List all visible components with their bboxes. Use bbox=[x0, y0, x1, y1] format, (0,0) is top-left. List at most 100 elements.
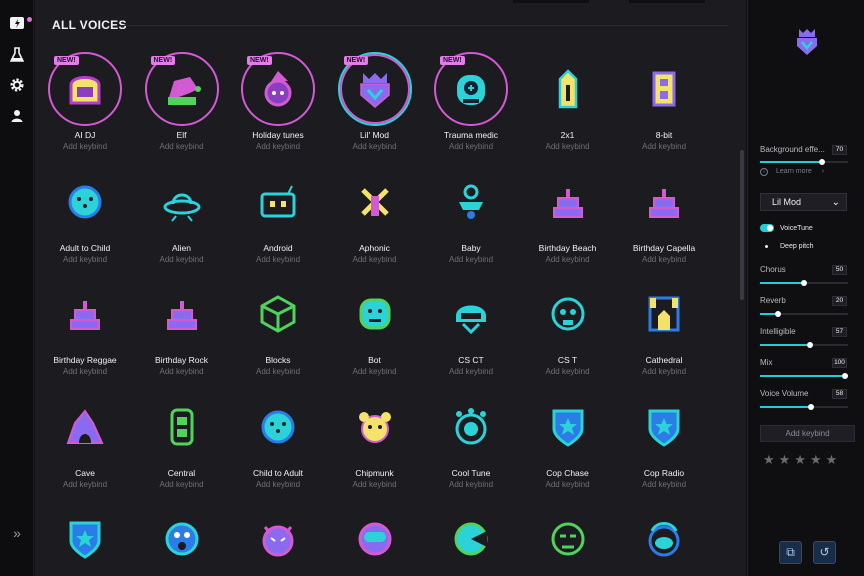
copy-button[interactable]: ⧉ bbox=[779, 541, 802, 564]
param-value[interactable]: 58 bbox=[832, 389, 847, 399]
add-keybind-link[interactable]: Add keybind bbox=[327, 480, 423, 489]
voice-card[interactable] bbox=[230, 491, 326, 576]
voice-card[interactable]: Cool Tune Add keybind bbox=[423, 379, 519, 491]
voice-card[interactable]: Cop Radio Add keybind bbox=[616, 379, 712, 491]
add-keybind-link[interactable]: Add keybind bbox=[37, 142, 133, 151]
voice-card[interactable]: Cop Chase Add keybind bbox=[520, 379, 616, 491]
param-value[interactable]: 20 bbox=[832, 296, 847, 306]
voice-card[interactable]: CS T Add keybind bbox=[520, 266, 616, 378]
top-button-2[interactable] bbox=[629, 0, 705, 3]
add-keybind-link[interactable]: Add keybind bbox=[134, 142, 230, 151]
expand-chevrons-icon[interactable]: » bbox=[8, 524, 26, 542]
voice-card[interactable]: Android Add keybind bbox=[230, 154, 326, 266]
add-keybind-link[interactable]: Add keybind bbox=[230, 255, 326, 264]
voice-card[interactable] bbox=[134, 491, 230, 576]
learn-more-link[interactable]: i Learn more › bbox=[760, 168, 824, 176]
voice-card[interactable]: Aphonic Add keybind bbox=[327, 154, 423, 266]
add-keybind-link[interactable]: Add keybind bbox=[134, 367, 230, 376]
voice-changer-nav-icon[interactable] bbox=[8, 14, 26, 32]
add-keybind-link[interactable]: Add keybind bbox=[327, 142, 423, 151]
account-user-icon[interactable] bbox=[8, 107, 26, 125]
add-keybind-link[interactable]: Add keybind bbox=[520, 367, 616, 376]
add-keybind-link[interactable]: Add keybind bbox=[230, 367, 326, 376]
voice-card[interactable]: Chipmunk Add keybind bbox=[327, 379, 423, 491]
param-slider[interactable] bbox=[760, 404, 848, 410]
voice-card[interactable]: NEW! Trauma medic Add keybind bbox=[423, 41, 519, 153]
voice-card[interactable]: Birthday Capella Add keybind bbox=[616, 154, 712, 266]
face-dots-icon bbox=[68, 185, 102, 218]
param-slider[interactable] bbox=[760, 342, 848, 348]
voice-card[interactable]: Alien Add keybind bbox=[134, 154, 230, 266]
voice-card[interactable]: 2x1 Add keybind bbox=[520, 41, 616, 153]
voice-card[interactable]: Blocks Add keybind bbox=[230, 266, 326, 378]
voice-card[interactable] bbox=[423, 491, 519, 576]
add-keybind-link[interactable]: Add keybind bbox=[616, 480, 712, 489]
voice-card[interactable] bbox=[37, 491, 133, 576]
add-keybind-link[interactable]: Add keybind bbox=[423, 367, 519, 376]
add-keybind-button[interactable]: Add keybind bbox=[760, 425, 855, 442]
voice-selector-dropdown[interactable]: Lil Mod ⌄ bbox=[760, 193, 847, 211]
voice-card[interactable]: Birthday Beach Add keybind bbox=[520, 154, 616, 266]
settings-gear-icon[interactable] bbox=[8, 76, 26, 94]
add-keybind-link[interactable]: Add keybind bbox=[616, 142, 712, 151]
add-keybind-link[interactable]: Add keybind bbox=[327, 255, 423, 264]
voice-card[interactable]: Child to Adult Add keybind bbox=[230, 379, 326, 491]
param-value[interactable]: 50 bbox=[832, 265, 847, 275]
background-effect-value[interactable]: 70 bbox=[832, 145, 847, 155]
voicemod-window: » ALL VOICES NEW! AI DJ Add keybind NEW! Elf… bbox=[0, 0, 864, 576]
reset-button[interactable]: ↺ bbox=[813, 541, 836, 564]
voice-card[interactable]: CS CT Add keybind bbox=[423, 266, 519, 378]
slider-fill bbox=[760, 406, 812, 408]
voice-card[interactable] bbox=[520, 491, 616, 576]
voice-card[interactable]: NEW! Elf Add keybind bbox=[134, 41, 230, 153]
voice-card[interactable]: Birthday Rock Add keybind bbox=[134, 266, 230, 378]
voice-card[interactable]: NEW! AI DJ Add keybind bbox=[37, 41, 133, 153]
voice-card[interactable]: Birthday Reggae Add keybind bbox=[37, 266, 133, 378]
slider-knob[interactable] bbox=[801, 280, 807, 286]
background-effect-slider[interactable] bbox=[760, 159, 848, 165]
voice-card[interactable]: NEW! Lil' Mod Add keybind bbox=[327, 41, 423, 153]
voice-card[interactable]: Cave Add keybind bbox=[37, 379, 133, 491]
slider-knob[interactable] bbox=[842, 373, 848, 379]
add-keybind-link[interactable]: Add keybind bbox=[37, 480, 133, 489]
add-keybind-link[interactable]: Add keybind bbox=[134, 480, 230, 489]
rating-stars[interactable]: ★★★★★ bbox=[763, 452, 841, 468]
add-keybind-link[interactable]: Add keybind bbox=[423, 142, 519, 151]
add-keybind-link[interactable]: Add keybind bbox=[423, 255, 519, 264]
slider-knob[interactable] bbox=[808, 404, 815, 410]
add-keybind-link[interactable]: Add keybind bbox=[616, 367, 712, 376]
add-keybind-link[interactable]: Add keybind bbox=[520, 255, 616, 264]
add-keybind-link[interactable]: Add keybind bbox=[423, 480, 519, 489]
deep-pitch-option[interactable]: Deep pitch bbox=[780, 243, 813, 250]
param-value[interactable]: 57 bbox=[832, 327, 847, 337]
voice-card[interactable]: 8-bit Add keybind bbox=[616, 41, 712, 153]
param-slider[interactable] bbox=[760, 280, 848, 286]
voice-card[interactable]: Bot Add keybind bbox=[327, 266, 423, 378]
voicetune-toggle[interactable] bbox=[760, 224, 774, 232]
slider-knob[interactable] bbox=[774, 311, 781, 317]
param-slider[interactable] bbox=[760, 311, 848, 317]
add-keybind-link[interactable]: Add keybind bbox=[616, 255, 712, 264]
voice-card[interactable]: Adult to Child Add keybind bbox=[37, 154, 133, 266]
voice-card[interactable]: Cathedral Add keybind bbox=[616, 266, 712, 378]
scrollbar-thumb[interactable] bbox=[740, 150, 744, 300]
add-keybind-link[interactable]: Add keybind bbox=[520, 142, 616, 151]
voice-card[interactable] bbox=[616, 491, 712, 576]
add-keybind-link[interactable]: Add keybind bbox=[230, 480, 326, 489]
add-keybind-link[interactable]: Add keybind bbox=[520, 480, 616, 489]
slider-knob[interactable] bbox=[807, 342, 814, 348]
param-slider[interactable] bbox=[760, 373, 848, 379]
voice-card[interactable]: Central Add keybind bbox=[134, 379, 230, 491]
lab-flask-icon[interactable] bbox=[8, 46, 26, 64]
voice-card[interactable] bbox=[327, 491, 423, 576]
add-keybind-link[interactable]: Add keybind bbox=[134, 255, 230, 264]
add-keybind-link[interactable]: Add keybind bbox=[327, 367, 423, 376]
voice-card[interactable]: Baby Add keybind bbox=[423, 154, 519, 266]
top-button-1[interactable] bbox=[513, 0, 589, 3]
slider-knob[interactable] bbox=[818, 159, 825, 165]
voice-card[interactable]: NEW! Holiday tunes Add keybind bbox=[230, 41, 326, 153]
add-keybind-link[interactable]: Add keybind bbox=[37, 255, 133, 264]
add-keybind-link[interactable]: Add keybind bbox=[37, 367, 133, 376]
add-keybind-link[interactable]: Add keybind bbox=[230, 142, 326, 151]
param-value[interactable]: 100 bbox=[832, 358, 847, 368]
